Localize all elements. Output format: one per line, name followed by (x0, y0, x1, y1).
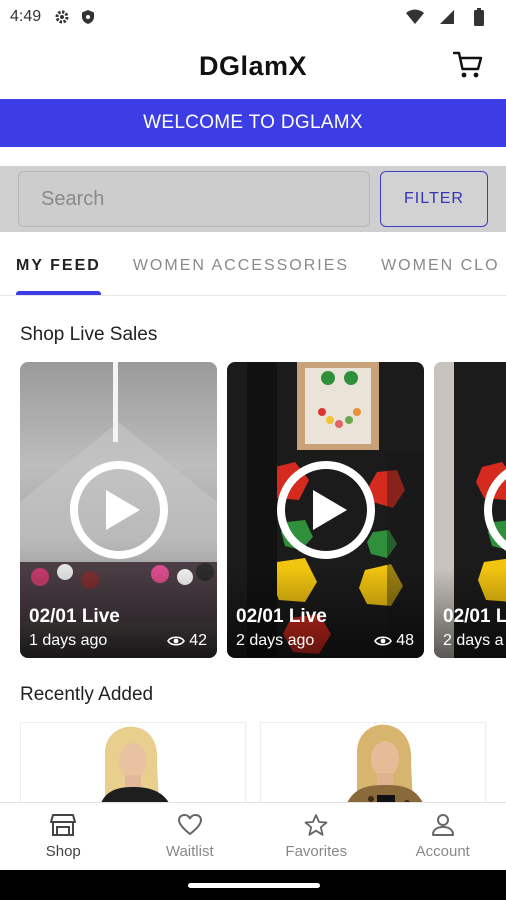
cart-button[interactable] (452, 49, 484, 81)
live-card[interactable]: 02/01 Live 2 days ago 48 (227, 362, 424, 658)
nav-favorites[interactable]: Favorites (253, 803, 380, 870)
play-icon (313, 490, 347, 530)
views-count: 42 (189, 632, 207, 649)
search-placeholder: Search (41, 187, 105, 210)
product-image (347, 724, 423, 802)
live-sales-carousel: 02/01 Live 1 days ago 42 02/01 Live 2 da… (20, 362, 506, 658)
person-icon (431, 814, 454, 836)
nav-waitlist-label: Waitlist (165, 843, 214, 860)
play-button[interactable] (276, 461, 375, 559)
cart-icon (453, 51, 483, 78)
tab-my-feed[interactable]: MY FEED (0, 236, 117, 295)
filter-button[interactable]: FILTER (380, 171, 488, 227)
status-time: 4:49 (10, 8, 42, 25)
nav-waitlist[interactable]: Waitlist (127, 803, 254, 870)
live-card-time: 1 days ago (29, 632, 108, 649)
search-input[interactable]: Search (18, 171, 370, 227)
live-card-time: 2 days a (443, 632, 504, 649)
wifi-icon (406, 8, 424, 26)
heart-icon (177, 814, 202, 835)
recently-added-list (20, 722, 506, 802)
status-bar: 4:49 (0, 0, 506, 34)
nav-shop[interactable]: Shop (0, 803, 127, 870)
category-tabs: MY FEED WOMEN ACCESSORIES WOMEN CLO (0, 236, 506, 296)
product-image (101, 726, 169, 802)
live-card-views: 48 (374, 632, 414, 650)
live-card-title: 02/01 Live (29, 606, 120, 627)
welcome-banner: WELCOME TO DGLAMX (0, 99, 506, 147)
signal-icon (438, 8, 456, 26)
app-title: DGlamX (198, 50, 308, 81)
star-icon (304, 814, 328, 836)
product-card[interactable] (20, 722, 246, 802)
live-card-title: 02/01 Live (443, 606, 506, 627)
live-sales-title: Shop Live Sales (20, 324, 158, 345)
battery-icon (470, 8, 488, 26)
system-gesture-bar (0, 870, 506, 900)
views-count: 48 (396, 632, 414, 649)
home-gesture-handle[interactable] (188, 883, 320, 888)
nav-shop-label: Shop (45, 843, 81, 860)
store-icon (50, 814, 77, 836)
play-button[interactable] (69, 461, 168, 559)
eye-icon (374, 636, 393, 646)
product-card[interactable] (260, 722, 486, 802)
recently-added-title: Recently Added (20, 684, 154, 705)
tab-women-accessories[interactable]: WOMEN ACCESSORIES (117, 236, 365, 295)
live-card-time: 2 days ago (236, 632, 315, 649)
live-card-views: 42 (167, 632, 207, 650)
app-header: DGlamX (0, 34, 506, 98)
tab-women-clothing[interactable]: WOMEN CLO (365, 236, 506, 295)
shield-icon (79, 8, 97, 26)
settings-icon (53, 8, 71, 26)
nav-account[interactable]: Account (380, 803, 506, 870)
live-card-title: 02/01 Live (236, 606, 327, 627)
bottom-navigation: Shop Waitlist Favorites Account (0, 802, 506, 870)
play-icon (106, 490, 140, 530)
nav-account-label: Account (415, 843, 470, 860)
nav-favorites-label: Favorites (285, 843, 348, 860)
live-card[interactable]: 02/01 Live 2 days a (434, 362, 506, 658)
search-bar: Search FILTER (0, 166, 506, 232)
live-card[interactable]: 02/01 Live 1 days ago 42 (20, 362, 217, 658)
eye-icon (167, 636, 186, 646)
